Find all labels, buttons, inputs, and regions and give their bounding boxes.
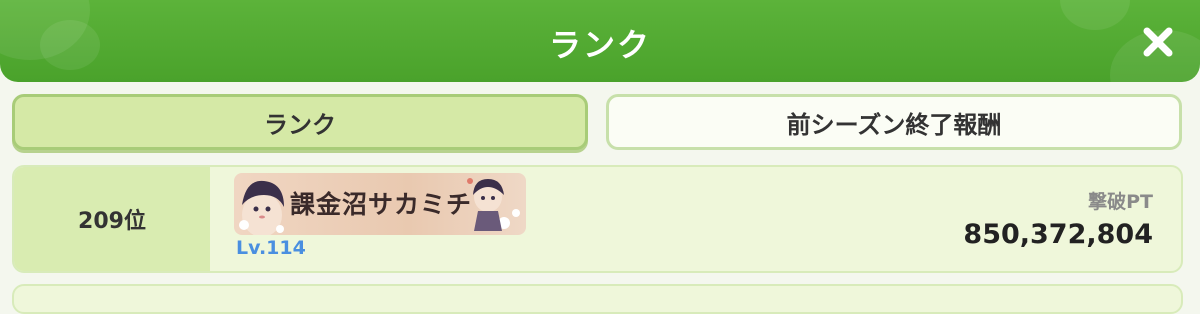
player-banner: 課金沼サカミチ — [234, 173, 526, 235]
tab-rank-label: ランク — [264, 110, 336, 139]
page-title: ランク — [548, 26, 651, 64]
ranking-row[interactable]: 209位 課金沼サカミチ Lv.114 撃破PT 850,372,804 — [12, 165, 1183, 273]
tab-previous-season-rewards-label: 前シーズン終了報酬 — [786, 110, 1002, 139]
rank-position: 209位 — [14, 167, 210, 271]
tab-previous-season-rewards[interactable]: 前シーズン終了報酬 — [606, 94, 1182, 150]
tab-rank[interactable]: ランク — [12, 94, 588, 150]
score-value: 850,372,804 — [963, 219, 1153, 250]
player-name: 課金沼サカミチ — [290, 190, 473, 219]
player-level: Lv.114 — [236, 237, 306, 259]
score-label: 撃破PT — [1088, 191, 1153, 213]
ranking-row-next — [12, 284, 1183, 314]
rank-position-text: 209位 — [78, 209, 146, 234]
header-bar: ランク — [0, 0, 1200, 82]
close-icon[interactable] — [1138, 22, 1178, 62]
